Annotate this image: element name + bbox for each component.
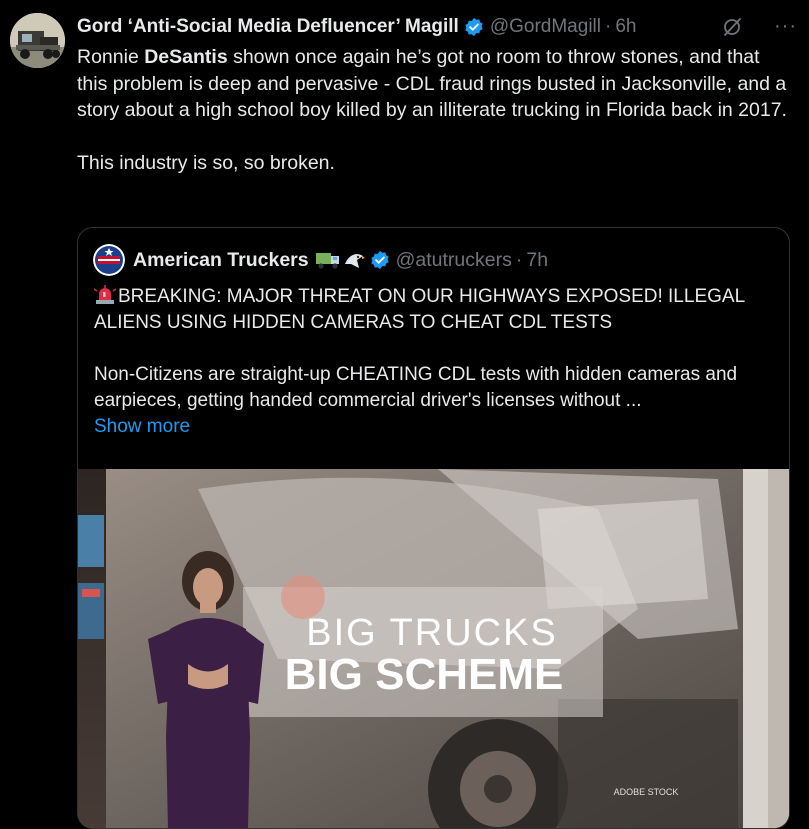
quoted-tweet-header: American Truckers @atutruckers · 7h: [93, 244, 779, 276]
quoted-body-paragraph: Non-Citizens are straight-up CHEATING CD…: [94, 362, 784, 440]
siren-emoji-icon: [93, 285, 117, 304]
media-headline-line2: BIG SCHEME: [285, 650, 564, 699]
quoted-verified-badge-icon: [370, 250, 389, 270]
quoted-tweet[interactable]: American Truckers @atutruckers · 7h BREA…: [77, 227, 790, 829]
tweet-time[interactable]: 6h: [615, 16, 636, 38]
quoted-author-handle[interactable]: @atutruckers: [396, 249, 512, 272]
tweet-text-1-bold: DeSantis: [144, 46, 228, 68]
show-more-link[interactable]: Show more: [94, 416, 190, 437]
quoted-tweet-time[interactable]: 7h: [526, 249, 548, 272]
tweet-header: Gord ‘Anti-Social Media Defluencer’ Magi…: [77, 14, 799, 40]
grok-icon[interactable]: [721, 16, 743, 38]
verified-badge-icon: [465, 17, 483, 37]
tweet-paragraph-1: Ronnie DeSantis shown once again he’s go…: [77, 44, 792, 124]
media-headline-line1: BIG TRUCKS: [306, 612, 558, 654]
quoted-author-name[interactable]: American Truckers: [133, 249, 309, 272]
tweet-text-1-pre: Ronnie: [77, 46, 145, 68]
author-avatar[interactable]: [10, 13, 65, 68]
truck-emoji-icon: [315, 253, 339, 269]
quoted-author-avatar[interactable]: [93, 244, 125, 276]
media-credit: ADOBE STOCK: [614, 787, 679, 797]
quoted-separator-dot: ·: [515, 248, 523, 271]
quoted-author-emoji: [315, 250, 365, 270]
separator-dot: ·: [604, 16, 612, 37]
more-options-icon[interactable]: ···: [774, 15, 797, 38]
eagle-emoji-icon: [344, 254, 365, 268]
tweet-paragraph-2: This industry is so, so broken.: [77, 151, 335, 174]
quoted-tweet-text: BREAKING: MAJOR THREAT ON OUR HIGHWAYS E…: [93, 284, 784, 440]
quoted-media-image[interactable]: BIG TRUCKS BIG SCHEME ADOBE STOCK: [78, 469, 789, 828]
author-name[interactable]: Gord ‘Anti-Social Media Defluencer’ Magi…: [77, 16, 459, 38]
tweet-text: Ronnie DeSantis shown once again he’s go…: [77, 44, 792, 176]
quoted-headline: BREAKING: MAJOR THREAT ON OUR HIGHWAYS E…: [94, 286, 745, 333]
author-handle[interactable]: @GordMagill: [490, 16, 601, 38]
quoted-headline-paragraph: BREAKING: MAJOR THREAT ON OUR HIGHWAYS E…: [93, 284, 784, 336]
news-broadcast-image: BIG TRUCKS BIG SCHEME ADOBE STOCK: [78, 469, 789, 828]
quoted-body: Non-Citizens are straight-up CHEATING CD…: [94, 364, 738, 411]
